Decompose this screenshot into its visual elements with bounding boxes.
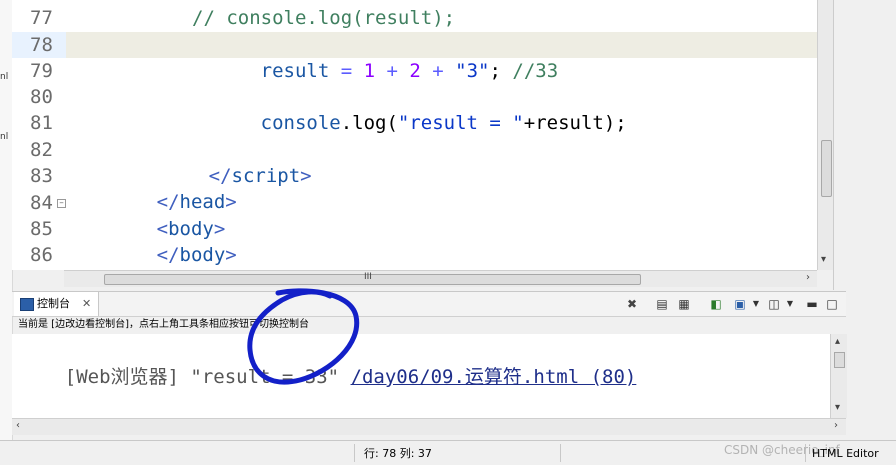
pin-icon[interactable]: ◫: [766, 296, 782, 312]
right-side-panel: [833, 0, 896, 290]
console-output[interactable]: [Web浏览器] "result = 33" /day06/09.运算符.htm…: [12, 334, 830, 418]
line-number: 86: [30, 244, 53, 266]
clear-icon[interactable]: ✖: [624, 296, 640, 312]
code-line-83[interactable]: 83 </head>: [12, 163, 817, 213]
console-vertical-scrollbar[interactable]: ▴ ▾: [830, 334, 847, 418]
scrollbar-thumb[interactable]: [821, 140, 832, 197]
line-number: 81: [30, 112, 53, 134]
maximize-icon[interactable]: □: [824, 296, 840, 312]
status-divider: [354, 444, 355, 462]
scroll-right-arrow-icon[interactable]: ›: [806, 272, 810, 283]
scroll-left-arrow-icon[interactable]: ‹: [16, 420, 20, 431]
line-number: 79: [30, 60, 53, 82]
tab-label: 控制台: [37, 297, 70, 310]
code-editor[interactable]: 77 // console.log(result); 78 result = 1…: [12, 0, 817, 270]
line-number: 85: [30, 218, 53, 240]
status-bar: 行: 78 列: 37 CSDN @cheerio_inf HTML Edito…: [0, 440, 896, 465]
display-console-icon[interactable]: ▣: [732, 296, 748, 312]
line-number: 84: [30, 192, 53, 214]
code-line-86[interactable]: 86 html>: [12, 242, 817, 268]
scroll-up-arrow-icon[interactable]: ▴: [835, 336, 840, 347]
scrollbar-thumb[interactable]: [834, 352, 845, 368]
chevron-down-icon[interactable]: ▼: [748, 296, 764, 312]
scroll-down-arrow-icon[interactable]: ▾: [821, 254, 826, 265]
code-text: html>: [64, 242, 190, 270]
line-number: 80: [30, 86, 53, 108]
code-line-80[interactable]: 80 console.log("result = "+result);: [12, 84, 817, 134]
close-icon[interactable]: ✕: [82, 292, 91, 316]
editor-type-label: HTML Editor: [812, 447, 879, 460]
status-divider: [560, 444, 561, 462]
paste-icon[interactable]: ▦: [676, 296, 692, 312]
code-line-77[interactable]: 77 // console.log(result);: [12, 5, 817, 31]
tab-console[interactable]: 控制台 ✕: [14, 292, 99, 316]
minimize-icon[interactable]: ▬: [804, 296, 820, 312]
editor-horizontal-scrollbar[interactable]: ‹ III ›: [64, 270, 817, 287]
console-source-link[interactable]: /day06/09.运算符.html (80): [351, 366, 637, 388]
line-number: 83: [30, 165, 53, 187]
code-line-85[interactable]: 85 </body>: [12, 216, 817, 266]
console-horizontal-scrollbar[interactable]: ‹ ›: [12, 418, 846, 435]
console-output-text: [Web浏览器] "result = 33": [64, 366, 351, 388]
code-line-78[interactable]: 78 result = 1 + 2 + "3"; //33: [12, 32, 817, 82]
line-number: 82: [30, 139, 53, 161]
scrollbar-thumb[interactable]: [104, 274, 641, 285]
console-icon: [20, 298, 34, 311]
scrollbar-grip: III: [364, 272, 372, 282]
scroll-right-arrow-icon[interactable]: ›: [834, 420, 838, 431]
left-panel-label: nl: [0, 72, 9, 82]
fold-toggle-icon[interactable]: −: [57, 199, 66, 208]
copy-icon[interactable]: ▤: [654, 296, 670, 312]
console-description: 当前是 [边改边看控制台]，点右上角工具条相应按钮可切换控制台: [18, 319, 309, 330]
line-number: 77: [30, 7, 53, 29]
cursor-position: 行: 78 列: 37: [364, 447, 432, 460]
chevron-down-icon[interactable]: ▼: [782, 296, 798, 312]
console-tab-bar: 控制台 ✕ ✖ ▤ ▦ ◧ ▣ ▼ ◫ ▼ ▬ □: [12, 291, 846, 317]
code-line-79[interactable]: 79: [12, 58, 817, 84]
new-console-icon[interactable]: ◧: [708, 296, 724, 312]
code-line-82[interactable]: 82 </script>: [12, 137, 817, 187]
scroll-down-arrow-icon[interactable]: ▾: [835, 402, 840, 413]
editor-vertical-scrollbar[interactable]: ▾: [817, 0, 834, 270]
line-number: 78: [30, 34, 53, 56]
console-output-line: [Web浏览器] "result = 33" /day06/09.运算符.htm…: [19, 338, 637, 416]
code-line-81[interactable]: 81: [12, 110, 817, 136]
left-panel-label: nl: [0, 132, 9, 142]
code-text: // console.log(result);: [192, 7, 456, 29]
code-line-84[interactable]: 84 − <body>: [12, 190, 817, 240]
